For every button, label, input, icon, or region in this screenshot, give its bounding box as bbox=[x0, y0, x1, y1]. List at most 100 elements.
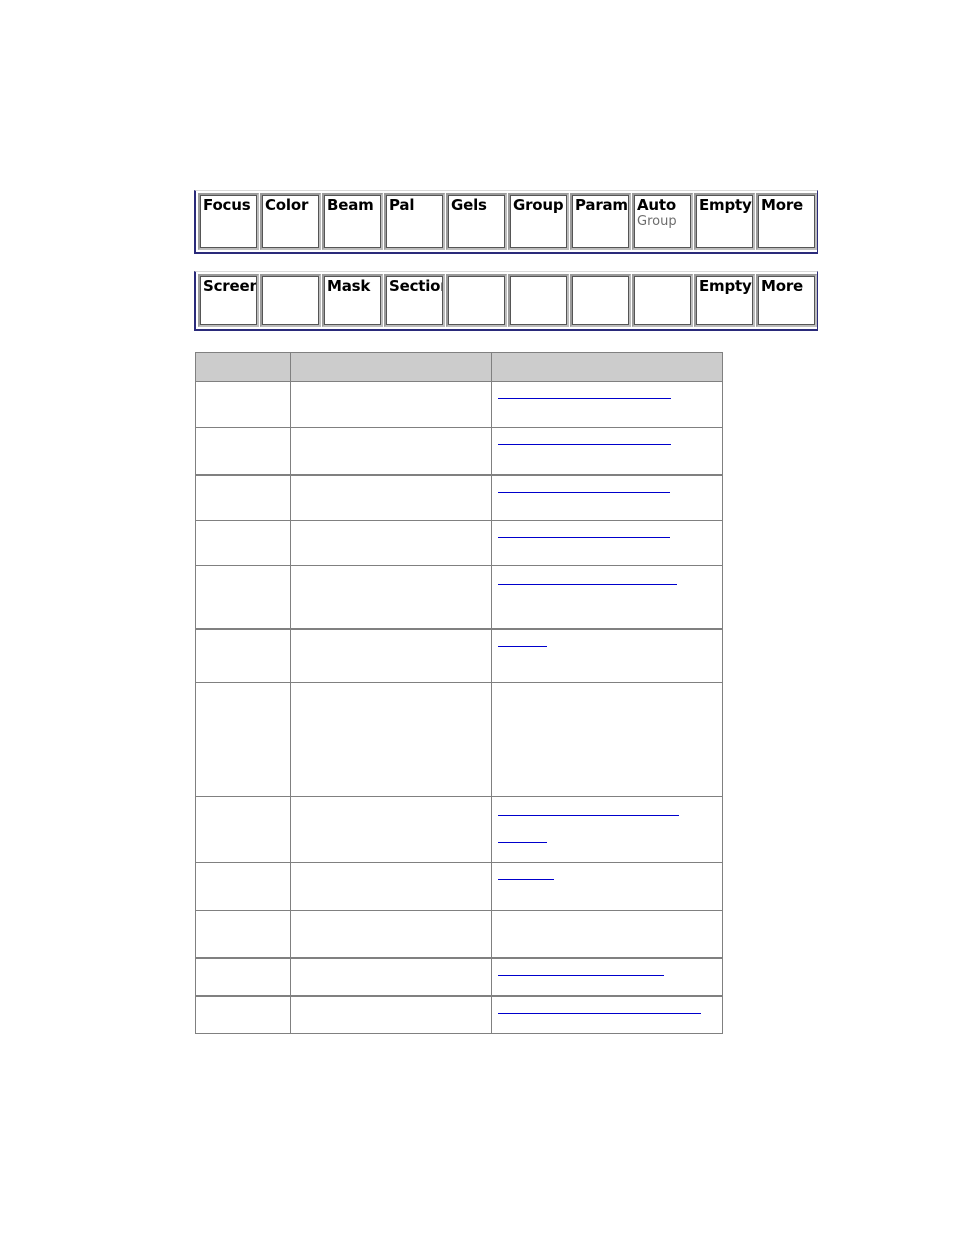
cell-key bbox=[195, 381, 291, 428]
reference-link[interactable] bbox=[498, 386, 716, 414]
softkey-face: More bbox=[758, 195, 815, 248]
softkey-face: Gels bbox=[448, 195, 505, 248]
softkey-face: Auto Group bbox=[634, 195, 691, 248]
cell-description bbox=[290, 910, 492, 959]
cell-references bbox=[491, 520, 723, 566]
cell-key bbox=[195, 520, 291, 566]
softkey-row-secondary: Screen Mask Section Empty More bbox=[194, 271, 818, 331]
reference-link[interactable] bbox=[498, 801, 716, 831]
link-underline bbox=[498, 645, 547, 647]
softkey-color-1[interactable]: Color bbox=[260, 193, 321, 250]
reference-link[interactable] bbox=[498, 432, 716, 460]
softkey-reference-table bbox=[195, 352, 723, 1034]
cell-references bbox=[491, 796, 723, 863]
softkey-section-3[interactable]: Section bbox=[384, 274, 445, 327]
softkey-face: Pal bbox=[386, 195, 443, 248]
softkey-empty-8[interactable]: Empty bbox=[694, 274, 755, 327]
softkey-more-9[interactable]: More bbox=[756, 193, 817, 250]
softkey-blank-1[interactable] bbox=[260, 274, 321, 327]
cell-description bbox=[290, 957, 492, 997]
cell-references bbox=[491, 995, 723, 1034]
cell-description bbox=[290, 862, 492, 911]
cell-key bbox=[195, 910, 291, 959]
reference-link[interactable] bbox=[498, 480, 716, 508]
softkey-label: Screen bbox=[203, 277, 257, 295]
softkey-group-5[interactable]: Group bbox=[508, 193, 569, 250]
table-row bbox=[195, 796, 723, 863]
table-row bbox=[195, 910, 723, 959]
cell-description bbox=[290, 474, 492, 521]
column-header-3 bbox=[491, 352, 723, 382]
softkey-empty-8[interactable]: Empty bbox=[694, 193, 755, 250]
softkey-blank-7[interactable] bbox=[632, 274, 693, 327]
cell-references bbox=[491, 682, 723, 797]
reference-link[interactable] bbox=[498, 1001, 716, 1029]
softkey-beam-2[interactable]: Beam bbox=[322, 193, 383, 250]
softkey-screen-0[interactable]: Screen bbox=[198, 274, 259, 327]
softkey-sublabel: Group bbox=[637, 214, 677, 229]
link-underline bbox=[498, 815, 679, 816]
cell-references bbox=[491, 910, 723, 959]
link-underline bbox=[498, 842, 547, 843]
reference-link[interactable] bbox=[498, 634, 716, 662]
cell-references bbox=[491, 957, 723, 997]
cell-key bbox=[195, 427, 291, 476]
softkey-face: Empty bbox=[696, 276, 753, 325]
table-header bbox=[195, 352, 723, 382]
softkey-more-9[interactable]: More bbox=[756, 274, 817, 327]
softkey-gels-4[interactable]: Gels bbox=[446, 193, 507, 250]
softkey-face: Screen bbox=[200, 276, 257, 325]
reference-link[interactable] bbox=[498, 963, 716, 991]
cell-key bbox=[195, 796, 291, 863]
cell-references bbox=[491, 628, 723, 683]
softkey-auto-7[interactable]: Auto Group bbox=[632, 193, 693, 250]
link-underline bbox=[498, 879, 554, 880]
cell-key bbox=[195, 628, 291, 683]
softkey-blank-5[interactable] bbox=[508, 274, 569, 327]
softkey-focus-0[interactable]: Focus bbox=[198, 193, 259, 250]
softkey-label: Param bbox=[575, 196, 628, 214]
column-header-1 bbox=[195, 352, 291, 382]
reference-link[interactable] bbox=[498, 570, 716, 600]
softkey-label: More bbox=[761, 277, 804, 295]
softkey-mask-2[interactable]: Mask bbox=[322, 274, 383, 327]
link-underline bbox=[498, 444, 671, 445]
softkey-blank-4[interactable] bbox=[446, 274, 507, 327]
reference-link[interactable] bbox=[498, 525, 716, 553]
softkey-face: More bbox=[758, 276, 815, 325]
link-underline bbox=[498, 537, 670, 538]
table-row bbox=[195, 427, 723, 476]
softkey-label: Color bbox=[265, 196, 309, 214]
cell-description bbox=[290, 682, 492, 797]
table-row bbox=[195, 565, 723, 630]
reference-link[interactable] bbox=[498, 842, 716, 858]
link-underline bbox=[498, 398, 671, 399]
cell-description bbox=[290, 796, 492, 863]
cell-description bbox=[290, 520, 492, 566]
table-row bbox=[195, 995, 723, 1034]
table-row bbox=[195, 957, 723, 997]
cell-description bbox=[290, 995, 492, 1034]
softkey-face: Section bbox=[386, 276, 443, 325]
reference-link[interactable] bbox=[498, 867, 716, 895]
link-underline bbox=[498, 584, 677, 585]
softkey-face: Empty bbox=[696, 195, 753, 248]
cell-description bbox=[290, 565, 492, 630]
softkey-label: Empty bbox=[699, 196, 752, 214]
cell-references bbox=[491, 862, 723, 911]
softkey-blank-6[interactable] bbox=[570, 274, 631, 327]
softkey-face bbox=[262, 276, 319, 325]
cell-references bbox=[491, 427, 723, 476]
cell-description bbox=[290, 381, 492, 428]
softkey-face: Group bbox=[510, 195, 567, 248]
cell-references bbox=[491, 381, 723, 428]
softkey-param-6[interactable]: Param bbox=[570, 193, 631, 250]
softkey-label: Auto bbox=[637, 196, 676, 214]
cell-description bbox=[290, 628, 492, 683]
table-row bbox=[195, 474, 723, 521]
table-row bbox=[195, 862, 723, 911]
cell-key bbox=[195, 682, 291, 797]
softkey-pal-3[interactable]: Pal bbox=[384, 193, 445, 250]
cell-key bbox=[195, 565, 291, 630]
softkey-label: Mask bbox=[327, 277, 371, 295]
